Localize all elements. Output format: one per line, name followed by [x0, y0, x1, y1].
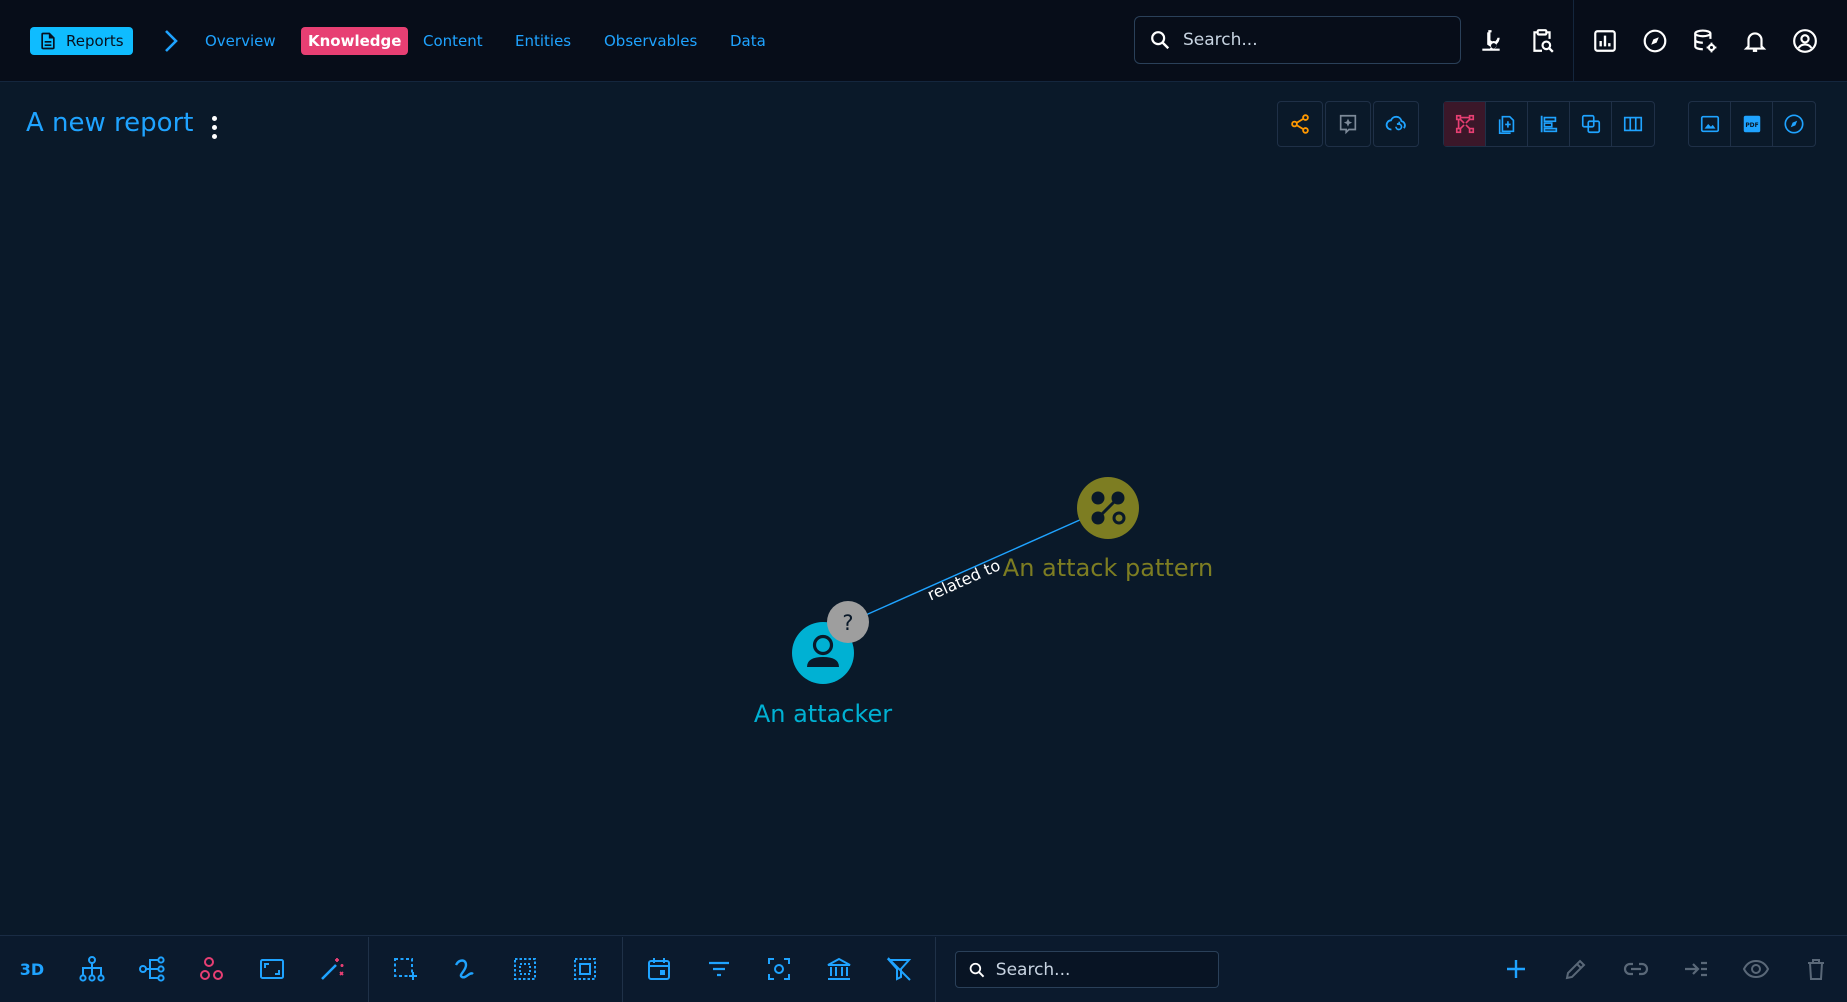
global-search-input[interactable]: [1183, 30, 1433, 50]
graph-node-label: An attack pattern: [1003, 554, 1213, 582]
dashboard-icon[interactable]: [1587, 22, 1623, 60]
graph-search-input[interactable]: [995, 959, 1218, 980]
page-title: A new report: [26, 108, 194, 138]
relationship-unknown-marker[interactable]: ?: [827, 601, 869, 643]
explore-icon[interactable]: [1773, 102, 1815, 146]
delete-icon[interactable]: [1798, 952, 1834, 986]
tab-data[interactable]: Data: [723, 27, 773, 55]
filter-lines-icon[interactable]: [701, 952, 737, 986]
tab-overview[interactable]: Overview: [198, 27, 283, 55]
compass-icon[interactable]: [1637, 22, 1673, 60]
tab-content[interactable]: Content: [416, 27, 490, 55]
knowledge-graph-canvas[interactable]: related to An attack pattern An attacker…: [0, 160, 1847, 935]
3d-mode-button[interactable]: 3D: [14, 952, 50, 986]
share-icon[interactable]: [1277, 101, 1323, 147]
add-icon[interactable]: [1498, 952, 1534, 986]
content-mapping-icon[interactable]: [1486, 102, 1528, 146]
global-search-box[interactable]: [1134, 16, 1461, 64]
select-by-type-icon[interactable]: [567, 952, 603, 986]
rectangle-select-icon[interactable]: [387, 952, 423, 986]
breadcrumb-reports-label: Reports: [66, 32, 124, 50]
search-icon: [969, 962, 985, 977]
focus-center-icon[interactable]: [761, 952, 797, 986]
edit-pencil-icon[interactable]: [1558, 952, 1594, 986]
tab-observables[interactable]: Observables: [597, 27, 704, 55]
graph-node-attack-pattern[interactable]: [1077, 477, 1139, 539]
cluster-layout-icon[interactable]: [194, 952, 230, 986]
report-document-icon: [41, 32, 55, 50]
arrow-right-lines-icon[interactable]: [1678, 952, 1714, 986]
horizontal-tree-icon[interactable]: [134, 952, 170, 986]
free-select-icon[interactable]: [447, 952, 483, 986]
graph-view-icon[interactable]: [1444, 102, 1486, 146]
link-icon[interactable]: [1618, 952, 1654, 986]
calendar-icon[interactable]: [641, 952, 677, 986]
correlation-icon[interactable]: [1570, 102, 1612, 146]
timeline-icon[interactable]: [1528, 102, 1570, 146]
chevron-right-icon: [165, 30, 178, 52]
toolbar-divider: [935, 937, 936, 1002]
tab-knowledge[interactable]: Knowledge: [301, 27, 409, 55]
pdf-export-icon[interactable]: PDF: [1731, 102, 1773, 146]
svg-text:PDF: PDF: [1745, 122, 1758, 129]
image-export-icon[interactable]: [1689, 102, 1731, 146]
view-mode-toggle-group: [1443, 101, 1655, 147]
database-cog-icon[interactable]: [1687, 22, 1723, 60]
tab-entities[interactable]: Entities: [508, 27, 578, 55]
eye-icon[interactable]: [1738, 952, 1774, 986]
institution-icon[interactable]: [821, 952, 857, 986]
fit-to-screen-icon[interactable]: [254, 952, 290, 986]
tree-layout-icon[interactable]: [74, 952, 110, 986]
clipboard-search-icon[interactable]: [1524, 22, 1560, 60]
bell-icon[interactable]: [1737, 22, 1773, 60]
breadcrumb-reports-button[interactable]: Reports: [30, 27, 133, 55]
unknown-marker-label: ?: [842, 611, 853, 635]
toolbar-divider: [368, 937, 369, 1002]
ai-summary-icon[interactable]: [1325, 101, 1371, 147]
3d-mode-label: 3D: [19, 959, 45, 979]
cloud-refresh-icon[interactable]: [1373, 101, 1419, 147]
microscope-icon[interactable]: [1473, 22, 1509, 60]
top-navigation-bar: Reports Overview Knowledge Content Entit…: [0, 0, 1847, 82]
graph-edge-label: related to: [924, 555, 1003, 604]
magic-wand-icon[interactable]: [314, 952, 350, 986]
matrix-view-icon[interactable]: [1612, 102, 1654, 146]
account-icon[interactable]: [1787, 22, 1823, 60]
more-options-icon[interactable]: [203, 112, 225, 142]
select-all-icon[interactable]: [507, 952, 543, 986]
toolbar-divider: [1573, 0, 1574, 82]
search-icon: [1151, 31, 1170, 50]
export-group: PDF: [1688, 101, 1816, 147]
graph-node-label: An attacker: [754, 700, 892, 728]
toolbar-divider: [622, 937, 623, 1002]
graph-search-box[interactable]: [955, 951, 1219, 988]
filter-off-icon[interactable]: [881, 952, 917, 986]
